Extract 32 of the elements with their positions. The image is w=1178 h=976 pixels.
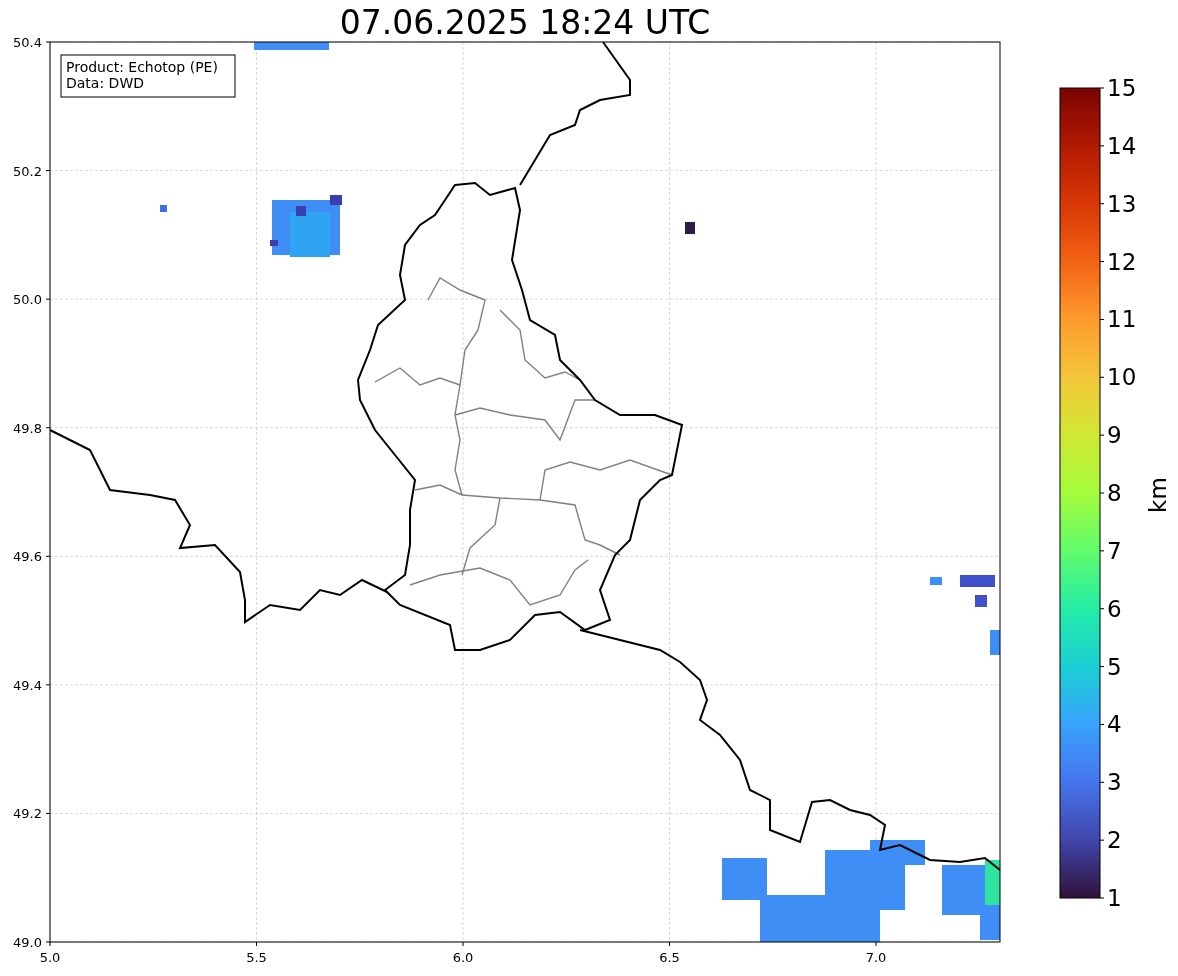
tick-label: 2	[1107, 827, 1122, 854]
tick-label: 14	[1107, 132, 1137, 159]
tick-label: 13	[1107, 190, 1137, 217]
tick-label: 10	[1107, 364, 1137, 391]
tick-label: 9	[1107, 422, 1122, 449]
tick-label: 6.0	[452, 950, 474, 965]
tick-label: 49.6	[13, 549, 42, 565]
tick-label: 49.2	[13, 806, 42, 822]
tick-label: 1	[1107, 885, 1122, 911]
info-text: Product: Echotop (PE)	[66, 59, 218, 75]
tick-label: 49.0	[13, 935, 42, 950]
tick-label: 5.0	[39, 950, 61, 965]
tick-label: 50.4	[13, 35, 42, 50]
tick-label: 15	[1107, 75, 1137, 101]
tick-label: 50.0	[13, 292, 42, 308]
info-text: Data: DWD	[66, 75, 144, 91]
tick-label: 8	[1107, 480, 1122, 506]
tick-label: 49.8	[13, 420, 42, 436]
tick-label: 50.2	[13, 163, 42, 179]
tick-label: 5.5	[246, 950, 267, 965]
tick-label: 6	[1107, 595, 1122, 622]
tick-label: 11	[1107, 306, 1137, 333]
tick-label: 4	[1107, 711, 1122, 738]
tick-label: 12	[1107, 248, 1137, 275]
plot-title: 07.06.2025 18:24 UTC	[339, 3, 711, 42]
tick-label: 3	[1107, 769, 1122, 796]
tick-label: 5	[1107, 653, 1122, 680]
colorbar-label: km	[1145, 477, 1171, 513]
tick-label: 7.0	[865, 950, 887, 965]
tick-label: 6.5	[659, 950, 680, 965]
tick-label: 7	[1107, 537, 1122, 564]
tick-label: 49.4	[13, 677, 42, 693]
